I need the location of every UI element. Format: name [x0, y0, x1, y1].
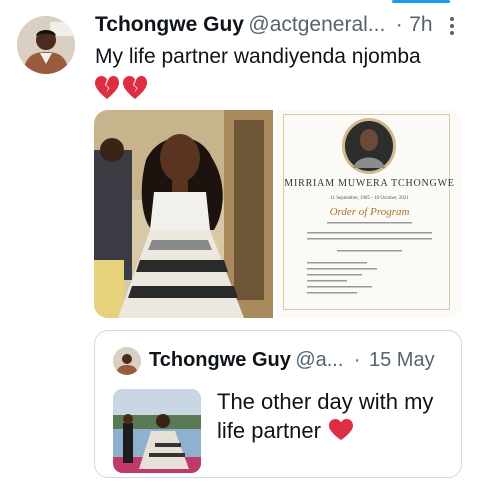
quoted-separator-dot: · — [353, 349, 361, 371]
tweet-media-grid: MIRRIAM MUWERA TCHONGWE 11 September, 19… — [94, 110, 462, 318]
avatar-photo — [17, 16, 75, 74]
quoted-tweet-text-content: The other day with my life partner — [217, 389, 434, 443]
more-options-icon[interactable] — [444, 14, 460, 40]
top-accent-bar — [392, 0, 450, 3]
program-name: MIRRIAM MUWERA TCHONGWE — [284, 178, 455, 189]
tweet-text: My life partner wandiyenda njomba — [95, 45, 421, 68]
quoted-avatar-photo — [113, 347, 141, 375]
broken-heart-icon — [95, 76, 119, 99]
program-dates: 11 September, 1985 - 10 October, 2021 — [330, 196, 409, 201]
author-name[interactable]: Tchongwe Guy — [95, 13, 244, 36]
media-order-of-program[interactable]: MIRRIAM MUWERA TCHONGWE 11 September, 19… — [277, 110, 462, 318]
red-heart-icon — [329, 419, 354, 440]
quoted-media-photo[interactable] — [113, 389, 201, 473]
quoted-tweet-timestamp[interactable]: 15 May — [369, 349, 435, 371]
quoted-author-handle[interactable]: @a... — [295, 349, 343, 371]
author-avatar[interactable] — [17, 16, 75, 74]
broken-heart-icon — [123, 76, 147, 99]
media-photo-woman[interactable] — [94, 110, 273, 318]
program-heading: Order of Program — [329, 206, 410, 218]
quoted-tweet-card[interactable]: Tchongwe Guy @a... · 15 May The other da… — [94, 330, 462, 478]
tweet-emoji-row — [95, 76, 149, 107]
quoted-tweet-text: The other day with my life partner — [217, 387, 449, 445]
tweet-timestamp[interactable]: 7h — [409, 13, 432, 36]
author-handle[interactable]: @actgeneral... — [248, 13, 385, 36]
separator-dot: · — [395, 13, 403, 36]
quoted-tweet-header: Tchongwe Guy @a... · 15 May — [149, 349, 435, 372]
tweet-header: Tchongwe Guy @actgeneral... · 7h — [95, 13, 465, 41]
quoted-author-name[interactable]: Tchongwe Guy — [149, 349, 291, 371]
quoted-author-avatar[interactable] — [113, 347, 141, 375]
